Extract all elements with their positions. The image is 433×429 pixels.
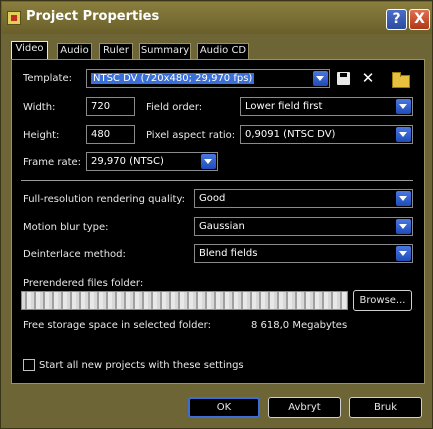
motion-blur-label: Motion blur type: xyxy=(23,222,109,233)
dialog-title: Project Properties xyxy=(26,9,160,24)
template-select[interactable]: NTSC DV (720x480; 29,970 fps) xyxy=(86,69,330,88)
deinterlace-label: Deinterlace method: xyxy=(23,249,126,260)
title-bar[interactable]: Project Properties ? X xyxy=(2,2,432,34)
field-order-value: Lower field first xyxy=(245,101,323,112)
motion-blur-select[interactable]: Gaussian xyxy=(194,217,413,236)
chevron-down-icon[interactable] xyxy=(201,154,216,169)
app-icon xyxy=(7,11,21,25)
width-label: Width: xyxy=(23,102,56,113)
deinterlace-select[interactable]: Blend fields xyxy=(194,244,413,263)
apply-button[interactable]: Bruk xyxy=(349,397,422,418)
chevron-down-icon[interactable] xyxy=(313,71,328,86)
chevron-down-icon[interactable] xyxy=(396,127,411,142)
close-icon[interactable]: X xyxy=(409,9,430,30)
browse-button[interactable]: Browse... xyxy=(353,290,412,311)
start-all-label: Start all new projects with these settin… xyxy=(39,360,244,371)
render-quality-select[interactable]: Good xyxy=(194,189,413,208)
start-all-checkbox[interactable] xyxy=(23,359,35,371)
render-quality-value: Good xyxy=(199,193,226,204)
tab-ruler[interactable]: Ruler xyxy=(99,43,133,59)
chevron-down-icon[interactable] xyxy=(396,191,411,206)
field-order-label: Field order: xyxy=(146,102,203,113)
tab-audio-cd[interactable]: Audio CD xyxy=(197,43,249,59)
delete-icon[interactable]: ✕ xyxy=(359,70,377,88)
save-icon[interactable] xyxy=(335,70,353,88)
folder-icon[interactable] xyxy=(391,70,410,88)
cancel-button[interactable]: Avbryt xyxy=(268,397,341,418)
chevron-down-icon[interactable] xyxy=(396,246,411,261)
render-quality-label: Full-resolution rendering quality: xyxy=(23,194,186,205)
motion-blur-value: Gaussian xyxy=(199,221,245,232)
tab-video[interactable]: Video xyxy=(11,41,48,60)
help-icon[interactable]: ? xyxy=(386,9,407,30)
tab-audio[interactable]: Audio xyxy=(57,43,92,59)
frame-rate-select[interactable]: 29,970 (NTSC) xyxy=(86,152,218,171)
chevron-down-icon[interactable] xyxy=(396,99,411,114)
tab-summary[interactable]: Summary xyxy=(139,43,191,59)
width-input[interactable]: 720 xyxy=(86,97,135,116)
storage-label: Free storage space in selected folder: xyxy=(23,320,211,331)
template-value: NTSC DV (720x480; 29,970 fps) xyxy=(91,73,255,84)
template-label: Template: xyxy=(23,73,72,84)
ok-button[interactable]: OK xyxy=(188,397,260,418)
separator xyxy=(21,180,413,181)
chevron-down-icon[interactable] xyxy=(396,219,411,234)
pixel-aspect-select[interactable]: 0,9091 (NTSC DV) xyxy=(240,125,413,144)
prerender-folder-input[interactable] xyxy=(21,291,348,310)
field-order-select[interactable]: Lower field first xyxy=(240,97,413,116)
height-label: Height: xyxy=(23,130,60,141)
prerender-folder-label: Prerendered files folder: xyxy=(23,278,144,289)
pixel-aspect-label: Pixel aspect ratio: xyxy=(146,130,236,141)
deinterlace-value: Blend fields xyxy=(199,248,258,259)
storage-value: 8 618,0 Megabytes xyxy=(251,320,348,331)
frame-rate-label: Frame rate: xyxy=(23,157,82,168)
pixel-aspect-value: 0,9091 (NTSC DV) xyxy=(245,129,336,140)
frame-rate-value: 29,970 (NTSC) xyxy=(91,156,164,167)
project-properties-dialog: Project Properties ? X Video Audio Ruler… xyxy=(0,0,433,429)
height-input[interactable]: 480 xyxy=(86,125,135,144)
